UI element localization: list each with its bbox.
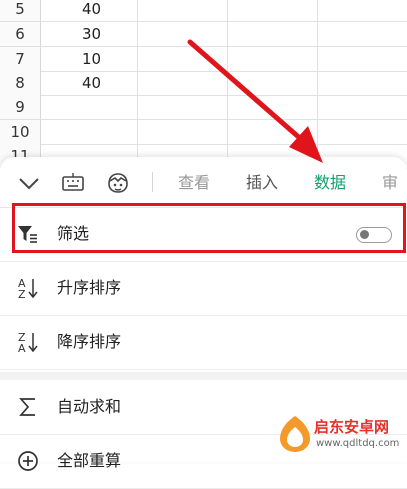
- sheet-row[interactable]: 6 30: [0, 22, 407, 47]
- cell-value[interactable]: 10: [82, 47, 101, 71]
- sort-descending-row[interactable]: Z A 降序排序: [0, 315, 407, 370]
- tab-review[interactable]: 审: [382, 171, 398, 195]
- watermark-logo-icon: [280, 416, 310, 452]
- sort-ascending-icon: A Z: [16, 276, 40, 301]
- recalc-label: 全部重算: [57, 451, 122, 470]
- recalc-icon: [16, 449, 40, 473]
- cell-value[interactable]: 40: [82, 0, 101, 21]
- sigma-icon: [16, 395, 40, 419]
- sort-descending-label: 降序排序: [57, 332, 122, 351]
- sort-ascending-row[interactable]: A Z 升序排序: [0, 261, 407, 316]
- sheet-row[interactable]: 7 10: [0, 47, 407, 72]
- svg-text:Z: Z: [18, 288, 26, 300]
- panel-toolbar: 查看 插入 数据 审: [0, 157, 407, 208]
- keyboard-icon[interactable]: [60, 170, 86, 196]
- chevron-down-icon[interactable]: [16, 170, 42, 196]
- section-divider: [0, 372, 407, 380]
- row-number[interactable]: 10: [0, 120, 41, 144]
- sort-ascending-label: 升序排序: [57, 278, 122, 297]
- sheet-row[interactable]: 5 40: [0, 0, 407, 22]
- row-number[interactable]: 6: [0, 22, 41, 46]
- row-number[interactable]: 5: [0, 0, 41, 21]
- tab-insert[interactable]: 插入: [246, 171, 278, 195]
- sheet-row[interactable]: 10: [0, 120, 407, 145]
- row-number[interactable]: 7: [0, 47, 41, 71]
- toolbar-divider: [152, 172, 153, 192]
- watermark-text: 启东安卓网: [314, 418, 390, 436]
- row-number[interactable]: 8: [0, 71, 41, 95]
- assistant-face-icon[interactable]: [105, 170, 131, 196]
- sort-descending-icon: Z A: [16, 330, 40, 355]
- cell-value[interactable]: 30: [82, 22, 101, 46]
- watermark-url: www.qdltdq.com: [316, 438, 400, 449]
- sheet-row[interactable]: 8 40: [0, 71, 407, 96]
- row-number[interactable]: 9: [0, 95, 41, 119]
- watermark: 启东安卓网 www.qdltdq.com: [278, 414, 406, 460]
- spreadsheet-grid: 5 40 6 30 7 10 8 40 9 10 11: [0, 0, 407, 169]
- svg-text:A: A: [18, 342, 26, 354]
- filter-highlight-box: [12, 203, 406, 253]
- sheet-row[interactable]: 9: [0, 95, 407, 120]
- cell-value[interactable]: 40: [82, 71, 101, 95]
- tab-view[interactable]: 查看: [178, 171, 210, 195]
- autosum-label: 自动求和: [57, 397, 122, 416]
- tab-data[interactable]: 数据: [314, 171, 346, 195]
